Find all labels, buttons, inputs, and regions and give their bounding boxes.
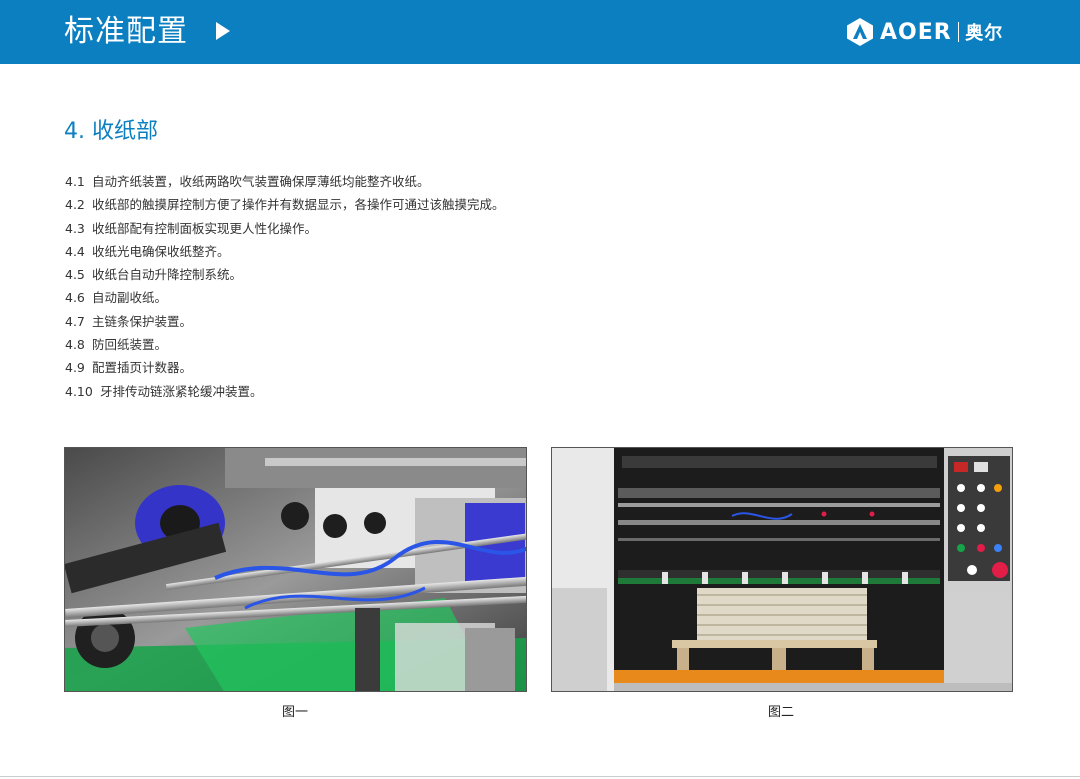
item-text: 收纸台自动升降控制系统。: [92, 267, 243, 283]
item-text: 收纸光电确保收纸整齐。: [92, 243, 230, 259]
brand-logo: AOER 奥尔: [846, 16, 1003, 48]
item-number: 4.1: [65, 174, 85, 189]
list-item: 4.9 配置插页计数器。: [65, 356, 505, 379]
item-text: 牙排传动链涨紧轮缓冲装置。: [100, 383, 263, 399]
item-text: 自动副收纸。: [92, 290, 168, 306]
aoer-logo-icon: [847, 18, 873, 46]
list-item: 4.6 自动副收纸。: [65, 286, 505, 309]
figure-1-photo: [64, 447, 527, 692]
list-item: 4.5 收纸台自动升降控制系统。: [65, 263, 505, 286]
item-number: 4.9: [65, 360, 85, 376]
list-item: 4.10 牙排传动链涨紧轮缓冲装置。: [65, 380, 505, 403]
item-number: 4.5: [65, 267, 85, 283]
item-number: 4.3: [65, 220, 85, 236]
delivery-stack-image: [552, 448, 1012, 691]
item-text: 主链条保护装置。: [92, 313, 193, 329]
figure-2-caption: 图二: [767, 705, 794, 720]
logo-text-cn: 奥尔: [965, 23, 1004, 44]
item-text: 配置插页计数器。: [92, 360, 193, 376]
item-number: 4.6: [65, 290, 85, 306]
logo-text-en: AOER: [880, 19, 952, 45]
figure-2-photo: [551, 447, 1013, 692]
list-item: 4.4 收纸光电确保收纸整齐。: [65, 240, 505, 263]
header-bar: 标准配置 AOER 奥尔: [0, 0, 1080, 64]
play-arrow-icon: [216, 22, 230, 40]
list-item: 4.1 自动齐纸装置，收纸两路吹气装置确保厚薄纸均能整齐收纸。: [65, 170, 505, 193]
item-number: 4.4: [65, 243, 85, 259]
item-number: 4.2: [65, 197, 85, 213]
page-title: 标准配置: [64, 14, 188, 49]
item-text: 防回纸装置。: [92, 337, 168, 353]
footer-divider: [0, 776, 1080, 777]
machine-closeup-image: [65, 448, 526, 691]
list-item: 4.7 主链条保护装置。: [65, 310, 505, 333]
item-number: 4.10: [65, 383, 93, 399]
list-item: 4.8 防回纸装置。: [65, 333, 505, 356]
list-item: 4.3 收纸部配有控制面板实现更人性化操作。: [65, 217, 505, 240]
feature-list: 4.1 自动齐纸装置，收纸两路吹气装置确保厚薄纸均能整齐收纸。 4.2 收纸部的触摸…: [65, 170, 505, 403]
figure-1-caption: 图一: [281, 705, 308, 720]
list-item: 4.2 收纸部的触摸屏控制方便了操作并有数据显示，各操作可通过该触摸完成。: [65, 193, 505, 216]
item-text: 收纸部的触摸屏控制方便了操作并有数据显示，各操作可通过该触摸完成。: [92, 197, 505, 213]
logo-divider: [957, 22, 960, 42]
item-number: 4.7: [65, 313, 85, 329]
section-title: 4. 收纸部: [64, 119, 158, 144]
item-number: 4.8: [65, 337, 85, 353]
item-text: 收纸部配有控制面板实现更人性化操作。: [92, 220, 318, 236]
item-text: 自动齐纸装置，收纸两路吹气装置确保厚薄纸均能整齐收纸。: [92, 174, 430, 189]
